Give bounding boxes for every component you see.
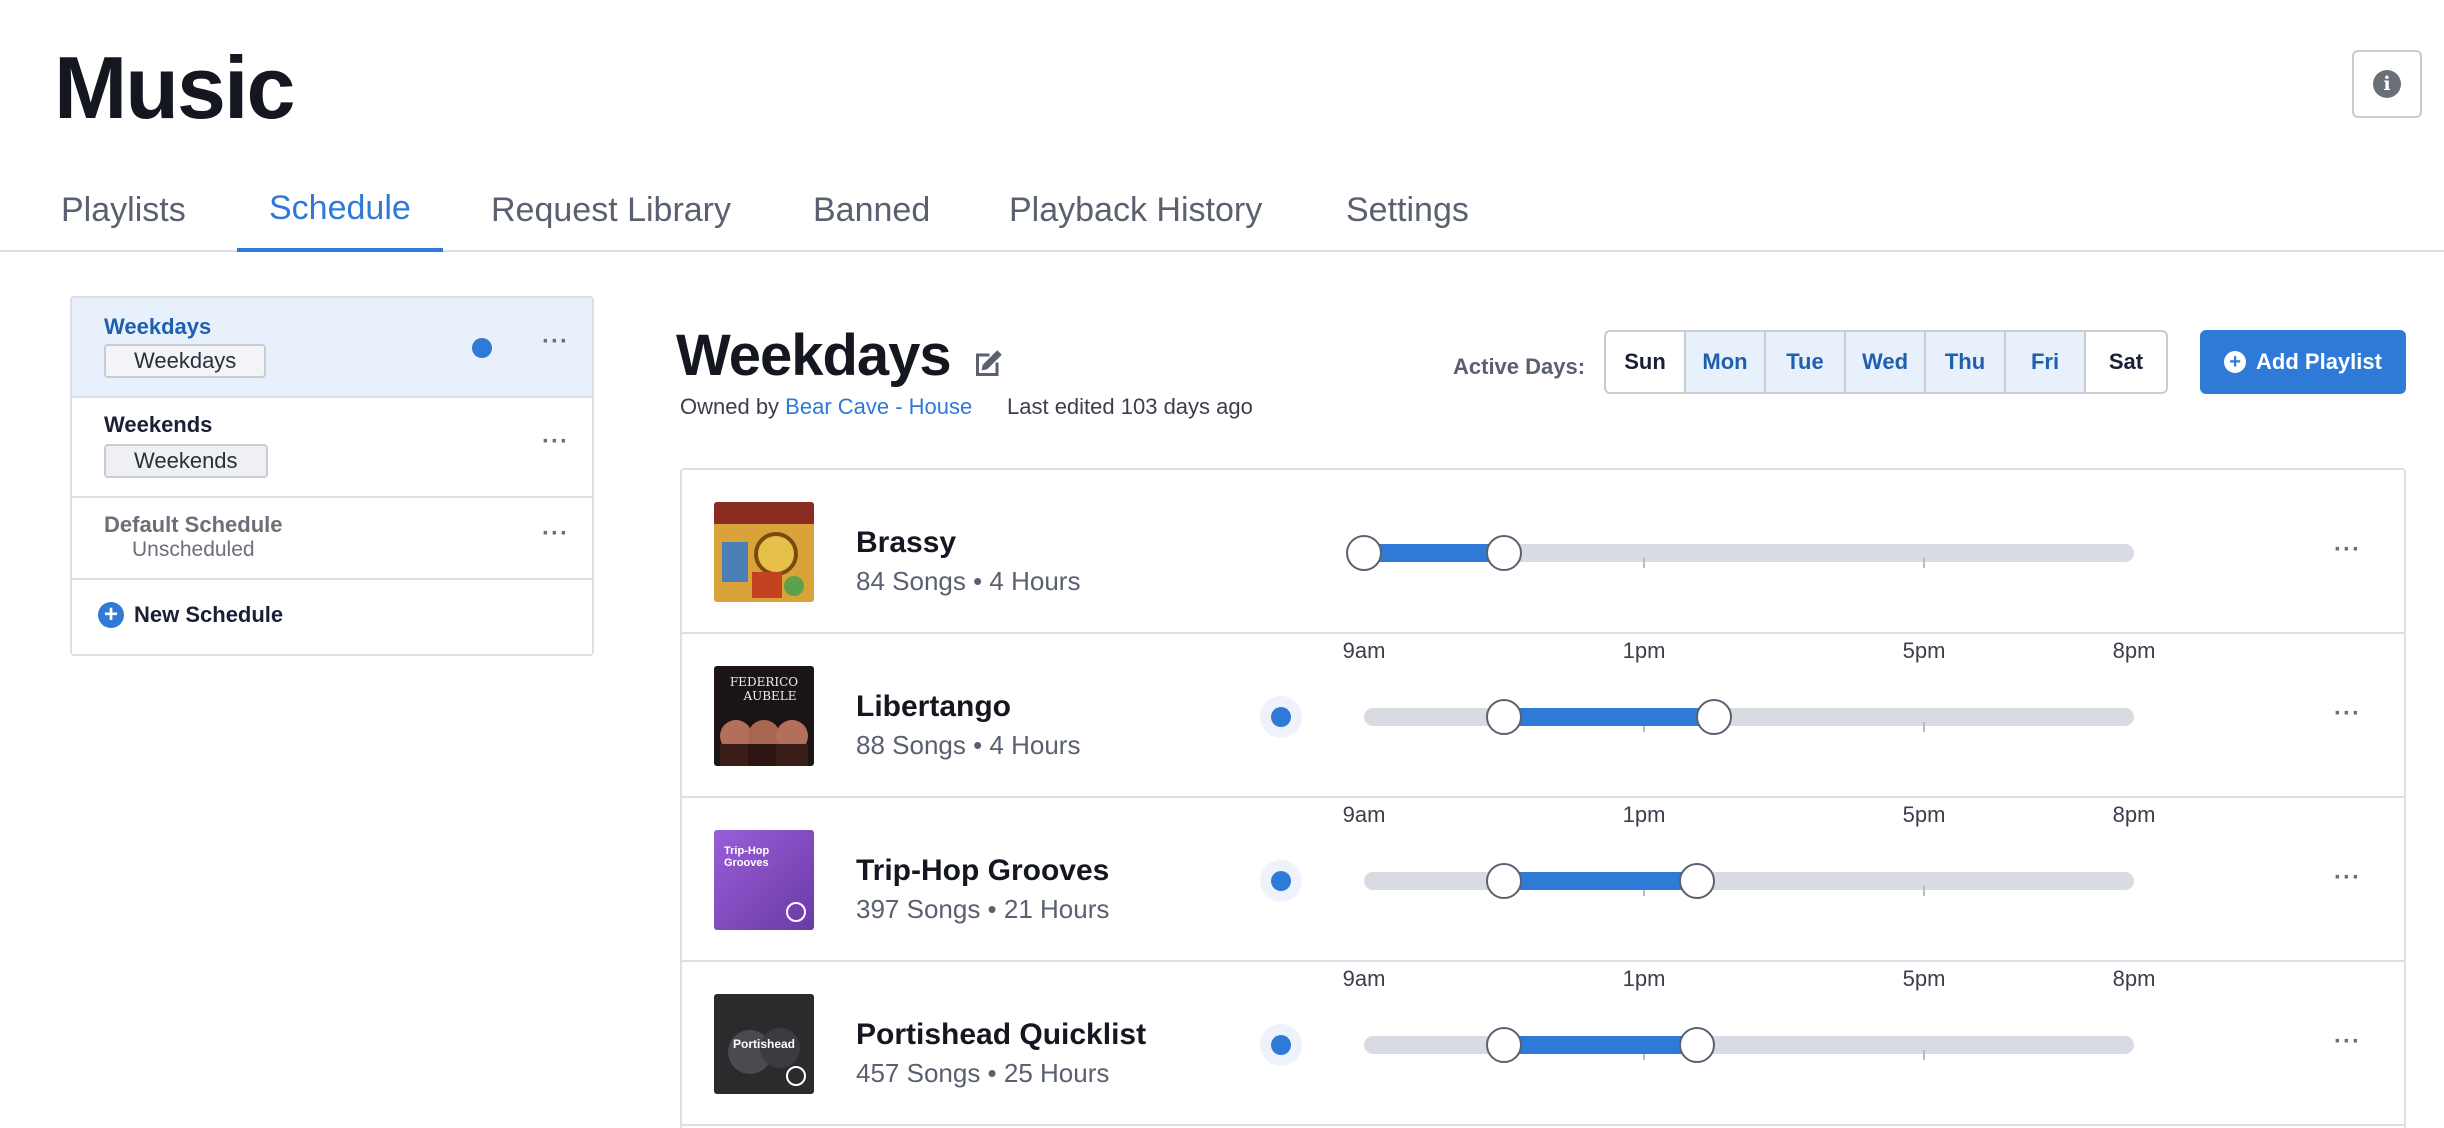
new-schedule-button[interactable]: + New Schedule: [98, 602, 283, 628]
slider-end-handle[interactable]: [1678, 863, 1715, 899]
edit-icon[interactable]: [970, 346, 1006, 382]
day-toggle-sun[interactable]: Sun: [1606, 332, 1686, 392]
active-indicator-dot: [472, 338, 492, 358]
slider-start-handle[interactable]: [1486, 699, 1522, 735]
playlist-meta: 397 Songs • 21 Hours: [856, 894, 1110, 924]
playlist-meta: 84 Songs • 4 Hours: [856, 566, 1081, 596]
schedule-list: Weekdays Weekdays ··· Weekends Weekends …: [70, 296, 594, 656]
tab-settings[interactable]: Settings: [1314, 168, 1501, 252]
schedule-name: Weekends: [104, 412, 213, 437]
playlist-row[interactable]: Brassy 84 Songs • 4 Hours 9am 1pm 5pm 8p…: [682, 470, 2404, 663]
day-toggle-mon[interactable]: Mon: [1686, 332, 1766, 392]
status-dot: [1271, 871, 1291, 891]
time-range-slider[interactable]: 9am 1pm 5pm 8pm: [1343, 863, 2155, 991]
status-dot: [1271, 1035, 1291, 1055]
tab-playlists[interactable]: Playlists: [29, 168, 218, 252]
album-cover-trip-hop-grooves: Trip-Hop Grooves: [714, 830, 814, 930]
plus-circle-icon: +: [2224, 351, 2247, 373]
app-title: Music: [54, 38, 295, 137]
owner-link[interactable]: Bear Cave - House: [785, 394, 972, 419]
playlist-name: Libertango: [856, 690, 1011, 723]
playlist-name: Portishead Quicklist: [856, 1018, 1147, 1051]
slider-end-handle[interactable]: [1678, 1027, 1715, 1063]
slider-fill: [1504, 1036, 1697, 1054]
schedule-subtitle: Unscheduled: [132, 538, 255, 561]
slider-tick: [1923, 1050, 1925, 1060]
tab-playback-history[interactable]: Playback History: [977, 168, 1294, 252]
tab-banned[interactable]: Banned: [781, 168, 962, 252]
album-cover-libertango: FEDERICO AUBELE: [714, 666, 814, 766]
day-toggle-tue[interactable]: Tue: [1766, 332, 1846, 392]
playlist-row[interactable]: FEDERICO AUBELE Libertango 88 Songs • 4 …: [682, 634, 2404, 827]
active-days-label: Active Days:: [1453, 354, 1586, 379]
schedule-tag: Weekdays: [104, 344, 267, 378]
schedule-item-default[interactable]: Default Schedule Unscheduled ···: [72, 498, 592, 580]
owner-info: Owned by Bear Cave - House: [680, 394, 972, 420]
add-playlist-label: Add Playlist: [2256, 349, 2382, 374]
playlist-row[interactable]: Trip-Hop Grooves Trip-Hop Grooves 397 So…: [682, 798, 2404, 991]
playlist-row[interactable]: Portishead Portishead Quicklist 457 Song…: [682, 962, 2404, 1126]
day-toggle-sat[interactable]: Sat: [2086, 332, 2166, 392]
playlist-name: Brassy: [856, 526, 957, 559]
schedule-title: Weekdays: [676, 323, 952, 388]
slider-start-handle[interactable]: [1486, 1027, 1522, 1063]
svg-text:Portishead: Portishead: [733, 1037, 795, 1051]
svg-text:AUBELE: AUBELE: [742, 689, 796, 703]
slider-tick: [1923, 886, 1925, 896]
new-schedule-label: New Schedule: [134, 602, 284, 627]
schedule-tag: Weekends: [104, 444, 268, 478]
more-options-icon[interactable]: ···: [2334, 864, 2361, 892]
more-options-icon[interactable]: ···: [542, 428, 569, 456]
slider-tick: [1643, 558, 1645, 568]
slider-start-handle[interactable]: [1346, 535, 1382, 571]
playlist-meta: 457 Songs • 25 Hours: [856, 1058, 1110, 1088]
slider-tick: [1923, 722, 1925, 732]
info-button[interactable]: i: [2352, 50, 2422, 118]
status-indicator: [1260, 860, 1302, 902]
playlist-meta: 88 Songs • 4 Hours: [856, 730, 1081, 760]
album-cover-brassy: [714, 502, 814, 602]
more-options-icon[interactable]: ···: [542, 520, 569, 548]
status-indicator: [1260, 696, 1302, 738]
day-toggle-fri[interactable]: Fri: [2006, 332, 2086, 392]
more-options-icon[interactable]: ···: [2334, 1028, 2361, 1056]
tab-schedule[interactable]: Schedule: [237, 168, 443, 252]
slider-end-handle[interactable]: [1696, 699, 1732, 735]
schedule-item-weekends[interactable]: Weekends Weekends ···: [72, 398, 592, 498]
schedule-name: Default Schedule: [104, 512, 283, 537]
time-range-slider[interactable]: 9am 1pm 5pm 8pm: [1364, 1027, 2134, 1063]
slider-tick: [1923, 558, 1925, 568]
more-options-icon[interactable]: ···: [542, 328, 569, 356]
time-range-slider[interactable]: 9am 1pm 5pm 8pm: [1343, 535, 2155, 663]
status-dot: [1271, 707, 1291, 727]
playlist-name: Trip-Hop Grooves: [856, 854, 1110, 887]
schedule-name: Weekdays: [104, 314, 212, 339]
owned-by-prefix: Owned by: [680, 394, 786, 419]
slider-end-handle[interactable]: [1486, 535, 1522, 571]
info-icon: i: [2373, 70, 2401, 98]
plus-circle-icon: +: [98, 602, 124, 628]
playlist-schedule-list: Brassy 84 Songs • 4 Hours 9am 1pm 5pm 8p…: [680, 468, 2406, 1128]
slider-fill: [1504, 872, 1697, 890]
svg-text:Trip-Hop: Trip-Hop: [724, 845, 769, 857]
slider-fill: [1504, 708, 1714, 726]
day-toggle-wed[interactable]: Wed: [1846, 332, 1926, 392]
active-days-selector: Sun Mon Tue Wed Thu Fri Sat: [1604, 330, 2168, 394]
status-indicator: [1260, 1024, 1302, 1066]
last-edited: Last edited 103 days ago: [1007, 394, 1253, 419]
schedule-item-weekdays[interactable]: Weekdays Weekdays ···: [72, 298, 592, 398]
day-toggle-thu[interactable]: Thu: [1926, 332, 2006, 392]
slider-start-handle[interactable]: [1486, 863, 1522, 899]
time-range-slider[interactable]: 9am 1pm 5pm 8pm: [1343, 699, 2155, 827]
tab-bar: Playlists Schedule Request Library Banne…: [0, 168, 2444, 252]
add-playlist-button[interactable]: + Add Playlist: [2200, 330, 2406, 394]
more-options-icon[interactable]: ···: [2334, 536, 2361, 564]
tab-request-library[interactable]: Request Library: [459, 168, 763, 252]
svg-text:Grooves: Grooves: [724, 857, 769, 869]
more-options-icon[interactable]: ···: [2334, 700, 2361, 728]
slider-fill: [1364, 544, 1504, 562]
svg-text:FEDERICO: FEDERICO: [730, 675, 798, 689]
album-cover-portishead-quicklist: Portishead: [714, 994, 814, 1094]
